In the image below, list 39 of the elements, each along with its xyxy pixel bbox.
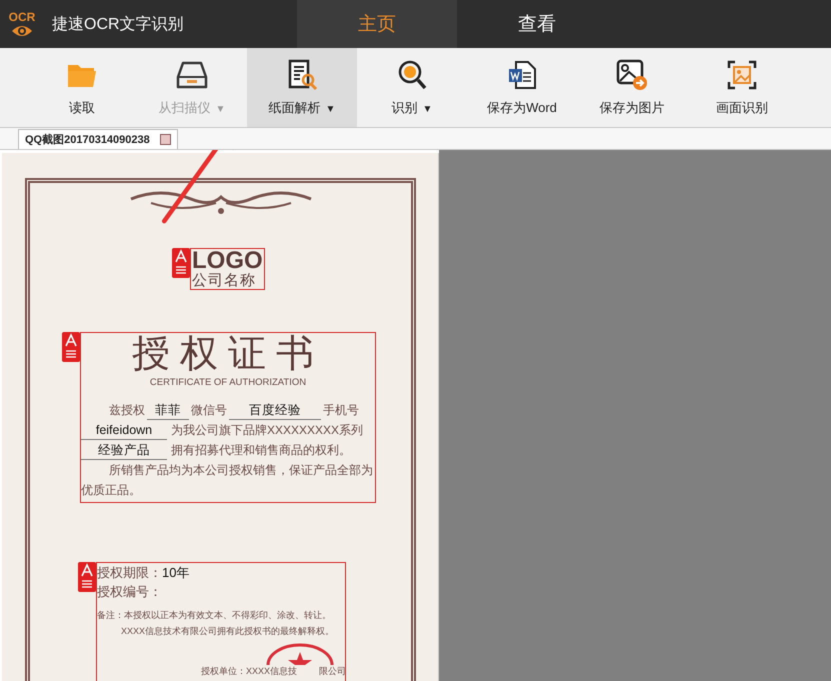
document-search-icon <box>286 58 318 90</box>
fill-in-line: 百度经验 <box>229 402 321 420</box>
company-name: 公司名称 <box>192 273 257 289</box>
logo-text: LOGO <box>192 249 263 273</box>
word-document-icon <box>506 58 538 90</box>
fill-in-line: feifeidown <box>81 422 167 440</box>
note-text: 备注：本授权以正本为有效文本、不得彩印、涂改、转让。 <box>97 609 332 622</box>
certificate-text: 为我公司旗下品牌XXXXXXXXX系列 <box>171 422 364 439</box>
note-text: XXXX信息技术有限公司拥有此授权书的最终解释权。 <box>120 625 336 638</box>
issuer-text: 限公司 <box>319 665 346 678</box>
nav-tab[interactable]: 主页 <box>297 0 457 48</box>
term-value: 10年 <box>162 564 190 582</box>
letter-search-icon <box>396 58 428 90</box>
logo-text: OCR <box>8 10 36 24</box>
seal-drawing <box>265 643 335 665</box>
image-export-icon <box>616 58 648 90</box>
certificate-text: 手机号 <box>323 402 359 419</box>
eye-icon <box>11 24 33 38</box>
certificate-text: 拥有招募代理和销售商品的权利。 <box>171 442 351 459</box>
toolbar-button[interactable]: 纸面解析 ▼ <box>247 48 357 127</box>
toolbar-button[interactable]: 保存为Word <box>467 48 577 127</box>
certificate-subtitle: CERTIFICATE OF AUTHORIZATION <box>148 376 308 390</box>
app-title: 捷速OCR文字识别 <box>52 14 184 34</box>
screen-capture-icon <box>726 58 758 90</box>
certificate-text: 兹授权 <box>109 402 145 419</box>
term-label: 授权期限： <box>97 564 162 582</box>
issuer-text: 授权单位：XXXX信息技 <box>201 665 298 678</box>
toolbar-button[interactable]: 读取 <box>27 48 137 127</box>
fill-in-line: 菲菲 <box>147 402 189 420</box>
fill-in-line: 经验产品 <box>81 442 167 460</box>
certificate-paragraph: 所销售产品均为本公司授权销售，保证产品全部为优质正品。 <box>81 462 374 499</box>
certificate-text: 微信号 <box>191 402 227 419</box>
toolbar-button[interactable]: 保存为图片 <box>577 48 687 127</box>
close-icon[interactable] <box>160 134 171 145</box>
certificate-title: 授权证书 <box>131 333 325 375</box>
toolbar-button[interactable]: 识别 ▼ <box>357 48 467 127</box>
number-label: 授权编号： <box>97 583 163 601</box>
nav-tab[interactable]: 查看 <box>457 0 617 48</box>
toolbar-button[interactable]: 画面识别 <box>687 48 797 127</box>
